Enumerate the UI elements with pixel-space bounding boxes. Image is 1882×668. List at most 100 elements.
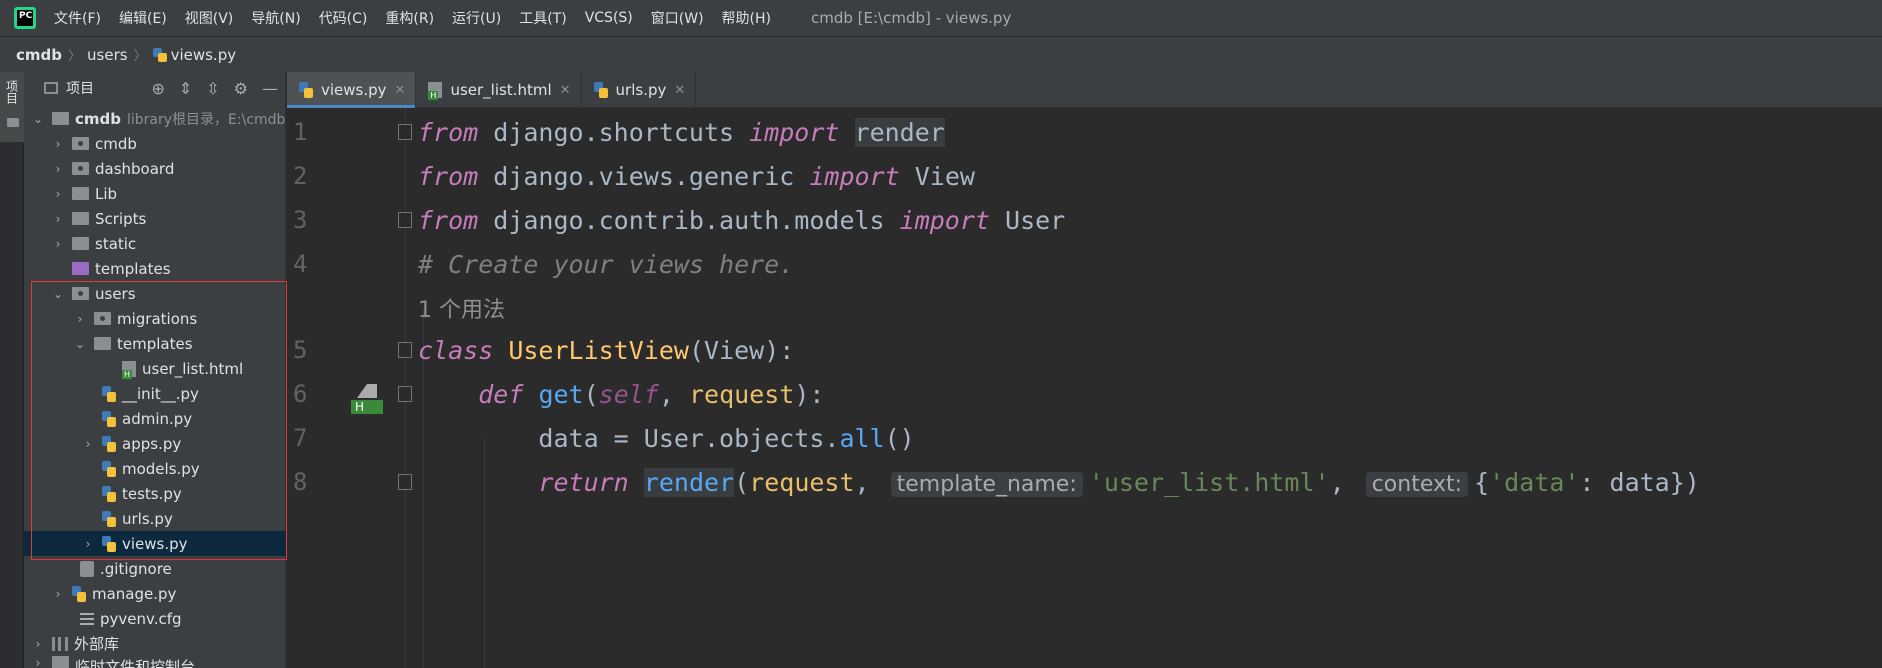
tree-item[interactable]: › Scripts <box>24 206 286 231</box>
locate-icon[interactable]: ⊕ <box>151 79 164 98</box>
line-number: 5 <box>293 336 308 364</box>
expand-all-icon[interactable]: ⇕ <box>179 79 192 98</box>
tree-item-label: models.py <box>122 459 200 478</box>
menu-tools[interactable]: 工具(T) <box>519 8 566 28</box>
fold-icon[interactable] <box>398 124 412 140</box>
line-number: 6 <box>293 380 308 408</box>
menu-bar: PC 文件(F) 编辑(E) 视图(V) 导航(N) 代码(C) 重构(R) 运… <box>0 0 1882 36</box>
chevron-right-icon[interactable]: › <box>82 437 94 451</box>
tree-item[interactable]: pyvenv.cfg <box>24 606 286 631</box>
python-file-icon <box>299 82 313 98</box>
chevron-right-icon[interactable]: › <box>32 656 44 668</box>
config-file-icon <box>80 612 94 625</box>
tree-item-label: Scripts <box>95 209 147 228</box>
minimize-icon[interactable]: — <box>262 79 278 98</box>
tree-item-label: dashboard <box>95 159 175 178</box>
tree-item[interactable]: urls.py <box>24 506 286 531</box>
line-number: 1 <box>293 118 308 146</box>
library-icon <box>52 636 68 651</box>
navigate-to-template-icon[interactable]: H <box>351 384 383 416</box>
chevron-right-icon[interactable]: › <box>32 637 44 651</box>
project-panel: 项目 ⊕ ⇕ ⇳ ⚙ — ⌄ cmdb library根目录，E:\cmdb ›… <box>24 72 286 668</box>
chevron-right-icon[interactable]: › <box>52 187 64 201</box>
tab-views-py[interactable]: views.py ✕ <box>287 72 417 108</box>
tree-item-root[interactable]: ⌄ cmdb library根目录，E:\cmdb <box>24 106 286 131</box>
chevron-down-icon[interactable]: ⌄ <box>74 337 86 351</box>
tree-item[interactable]: › apps.py <box>24 431 286 456</box>
code-line-1: 1 from django.shortcuts import render <box>287 110 1882 154</box>
menu-navigate[interactable]: 导航(N) <box>251 8 300 28</box>
close-icon[interactable]: ✕ <box>560 83 571 98</box>
package-folder-icon <box>94 312 111 325</box>
menu-refactor[interactable]: 重构(R) <box>385 8 434 28</box>
tree-item[interactable]: ⌄ templates <box>24 331 286 356</box>
tree-root-hint: library根目录，E:\cmdb <box>127 111 286 128</box>
menu-code[interactable]: 代码(C) <box>319 8 368 28</box>
fold-icon[interactable] <box>398 474 412 490</box>
chevron-right-icon[interactable]: › <box>74 312 86 326</box>
python-file-icon <box>102 460 116 477</box>
project-panel-title[interactable]: 项目 <box>66 78 94 98</box>
tree-item[interactable]: › Lib <box>24 181 286 206</box>
param-hint: context: <box>1365 471 1469 497</box>
folder-icon <box>52 112 69 125</box>
code-line-8: 8 return render(request, template_name: '… <box>287 460 1882 504</box>
usages-hint[interactable]: 1 个用法 <box>418 292 505 324</box>
menu-help[interactable]: 帮助(H) <box>722 8 771 28</box>
fold-icon[interactable] <box>398 212 412 228</box>
fold-icon[interactable] <box>398 342 412 358</box>
menu-edit[interactable]: 编辑(E) <box>119 8 167 28</box>
fold-icon[interactable] <box>398 386 412 402</box>
menu-run[interactable]: 运行(U) <box>452 8 501 28</box>
tree-item[interactable]: › manage.py <box>24 581 286 606</box>
chevron-right-icon[interactable]: › <box>52 587 64 601</box>
project-tool-tab[interactable]: 项目 <box>0 72 24 142</box>
code-editor[interactable]: 1 from django.shortcuts import render 2 … <box>287 108 1882 668</box>
tree-item[interactable]: __init__.py <box>24 381 286 406</box>
close-icon[interactable]: ✕ <box>674 83 685 98</box>
tree-item-selected[interactable]: › views.py <box>24 531 286 556</box>
tree-item[interactable]: › dashboard <box>24 156 286 181</box>
editor-tab-bar: views.py ✕ user_list.html ✕ urls.py ✕ <box>287 72 1882 108</box>
tree-item[interactable]: › static <box>24 231 286 256</box>
breadcrumb-item-views[interactable]: views.py <box>171 46 237 64</box>
menu-view[interactable]: 视图(V) <box>185 8 234 28</box>
chevron-right-icon[interactable]: › <box>52 137 64 151</box>
tree-root-label: cmdb <box>75 109 121 128</box>
python-file-icon <box>102 435 116 452</box>
breadcrumb-item-users[interactable]: users <box>87 46 128 64</box>
tab-urls-py[interactable]: urls.py ✕ <box>582 72 697 108</box>
code-line-4: 4 # Create your views here. <box>287 242 1882 286</box>
chevron-down-icon[interactable]: ⌄ <box>32 112 44 126</box>
tree-item[interactable]: templates <box>24 256 286 281</box>
chevron-down-icon[interactable]: ⌄ <box>52 287 64 301</box>
python-file-icon <box>72 585 86 602</box>
code-line-5: 5 class UserListView(View): <box>287 328 1882 372</box>
chevron-right-icon[interactable]: › <box>52 237 64 251</box>
tree-item[interactable]: models.py <box>24 456 286 481</box>
tree-item[interactable]: › migrations <box>24 306 286 331</box>
code-comment: # Create your views here. <box>418 249 795 279</box>
menu-vcs[interactable]: VCS(S) <box>585 10 633 26</box>
tab-user-list-html[interactable]: user_list.html ✕ <box>416 72 582 108</box>
collapse-all-icon[interactable]: ⇳ <box>206 79 219 98</box>
tree-item[interactable]: › 外部库 <box>24 631 286 656</box>
chevron-right-icon[interactable]: › <box>52 212 64 226</box>
menu-file[interactable]: 文件(F) <box>54 8 101 28</box>
chevron-right-icon[interactable]: › <box>82 537 94 551</box>
tree-item[interactable]: tests.py <box>24 481 286 506</box>
chevron-right-icon: 〉 <box>68 49 82 64</box>
chevron-right-icon[interactable]: › <box>52 162 64 176</box>
tree-item[interactable]: user_list.html <box>24 356 286 381</box>
scratches-icon <box>52 656 69 668</box>
tree-item[interactable]: › cmdb <box>24 131 286 156</box>
tree-item[interactable]: .gitignore <box>24 556 286 581</box>
breadcrumb-item-cmdb[interactable]: cmdb <box>16 46 62 64</box>
tree-item[interactable]: admin.py <box>24 406 286 431</box>
close-icon[interactable]: ✕ <box>395 83 406 98</box>
gear-icon[interactable]: ⚙ <box>234 79 248 98</box>
tree-item[interactable]: › 临时文件和控制台 <box>24 656 286 668</box>
menu-window[interactable]: 窗口(W) <box>651 8 704 28</box>
tree-item[interactable]: ⌄ users <box>24 281 286 306</box>
folder-icon <box>72 237 89 250</box>
